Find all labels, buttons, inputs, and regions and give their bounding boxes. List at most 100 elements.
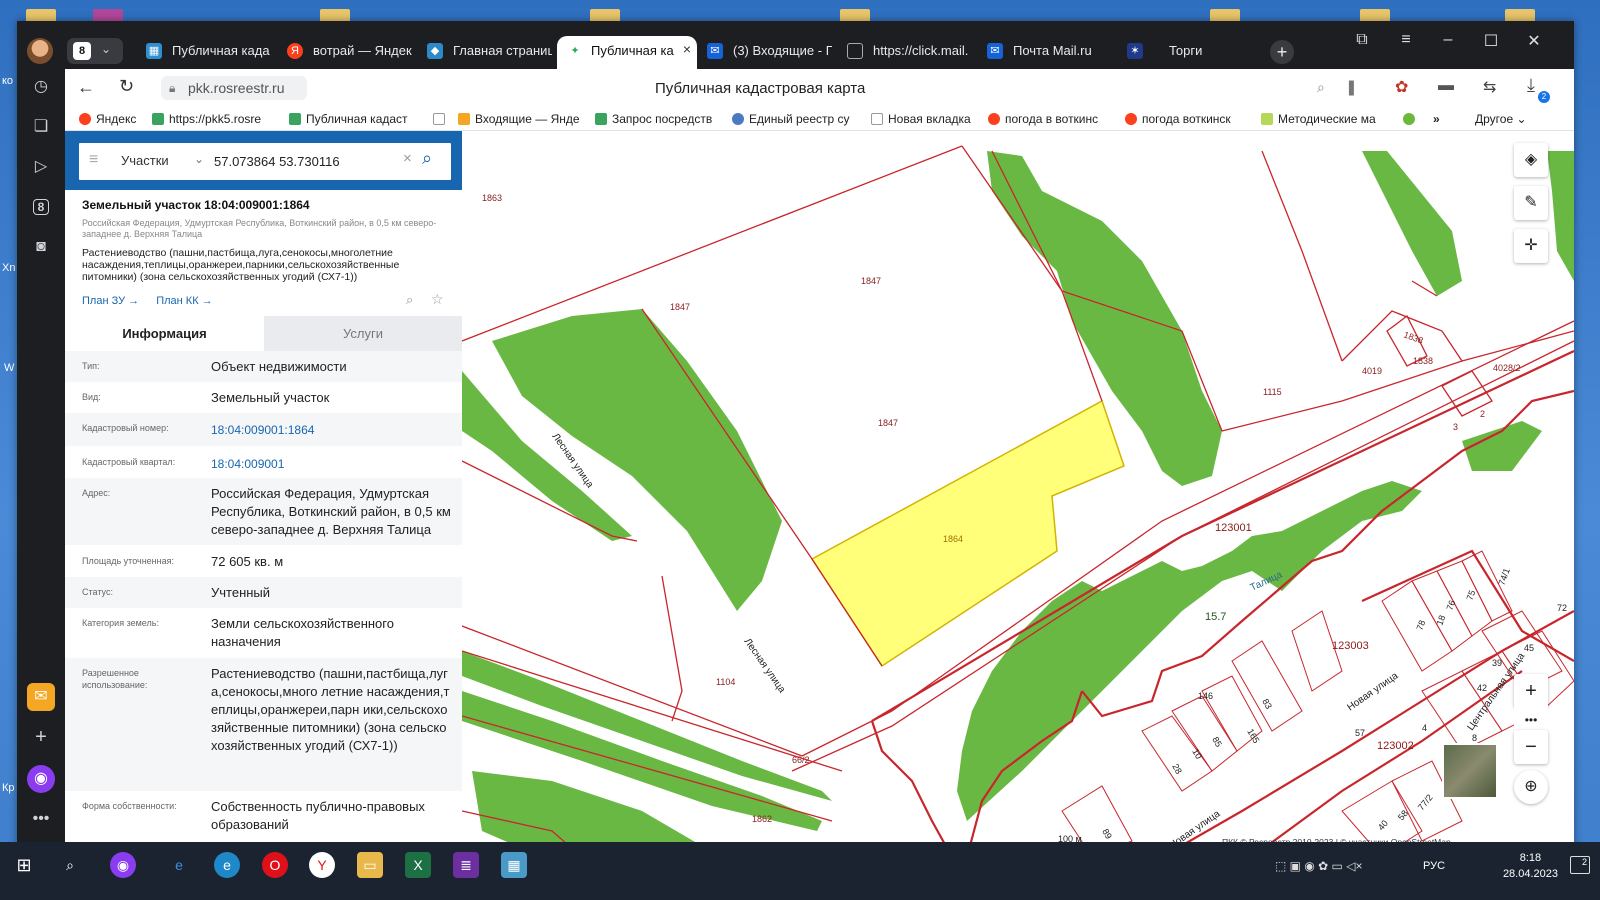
tab-count-button[interactable]: 8 ⌄ [67, 38, 123, 64]
layers-icon[interactable]: ◈ [1514, 143, 1548, 177]
search-icon[interactable]: ⌕ [57, 852, 83, 878]
menu-icon[interactable]: ≡ [89, 151, 98, 169]
quarter-label: 123001 [1215, 522, 1252, 534]
bookmark-item[interactable] [433, 112, 450, 126]
tab-inbox[interactable]: ✉ (3) Входящие - П [707, 36, 832, 69]
bookmark-item[interactable]: Единый реестр су [732, 112, 850, 126]
system-clock[interactable]: 8:18 28.04.2023 [1503, 850, 1558, 882]
url-field[interactable]: 🔒︎ pkk.rosreestr.ru [161, 76, 307, 100]
tab-label: (3) Входящие - П [733, 43, 832, 58]
cadastral-number-link[interactable]: 18:04:009001:1864 [211, 421, 451, 439]
locate-icon[interactable]: ✛ [1514, 229, 1548, 263]
plan-zu-link[interactable]: План ЗУ → [82, 295, 139, 307]
parcel-label: 77/2 [1416, 792, 1435, 812]
tab-mail-ru[interactable]: ✉ Почта Mail.ru [987, 36, 1112, 69]
chevron-down-icon[interactable]: ⌄ [194, 152, 204, 166]
bookmark-item[interactable]: Новая вкладка [871, 112, 971, 126]
ie-icon[interactable]: e [166, 852, 192, 878]
tab-information[interactable]: Информация [65, 316, 264, 351]
parcel-label: 146 [1198, 691, 1213, 701]
bookmark-item[interactable]: https://pkk5.rosre [152, 112, 261, 126]
basemap-thumbnail[interactable] [1442, 743, 1498, 799]
menu-icon[interactable]: ≡ [1391, 31, 1421, 49]
yandex-browser-icon[interactable]: Y [309, 852, 335, 878]
minimize-icon[interactable]: – [1433, 31, 1463, 49]
quarter-label: 123003 [1332, 640, 1369, 652]
edge-icon[interactable]: e [214, 852, 240, 878]
input-language[interactable]: РУС [1423, 860, 1445, 872]
bookmark-item[interactable]: погода в воткинс [988, 112, 1098, 126]
tab-main-page[interactable]: ◆ Главная страниц [427, 36, 552, 69]
close-window-icon[interactable]: ✕ [1519, 31, 1549, 51]
windows-start-icon[interactable]: ⊞ [11, 852, 37, 878]
bookmark-item[interactable]: Входящие — Янде [458, 112, 580, 126]
tab-services[interactable]: Услуги [264, 316, 462, 351]
ruler-icon[interactable]: ✎ [1514, 186, 1548, 220]
app-icon[interactable]: ▦ [501, 852, 527, 878]
history-icon[interactable]: ◷ [27, 73, 55, 101]
maximize-icon[interactable]: ☐ [1476, 31, 1506, 51]
reload-icon[interactable]: ↻ [119, 76, 134, 97]
parcel-label: 78 [1414, 619, 1427, 632]
close-tab-icon[interactable]: × [683, 41, 691, 57]
alice-icon[interactable]: ◉ [27, 765, 55, 793]
add-app-icon[interactable]: + [27, 723, 55, 751]
tab-torgi[interactable]: ✶ Торги [1127, 36, 1252, 69]
favorite-star-icon[interactable]: ☆ [431, 291, 444, 308]
parcel-links: План ЗУ → План КК → [82, 295, 213, 307]
bookmark-item[interactable] [1403, 112, 1420, 126]
play-icon[interactable]: ▷ [27, 153, 55, 181]
cadastral-quarter-link[interactable]: 18:04:009001 [211, 455, 451, 473]
bookmark-item[interactable]: погода воткинск [1125, 112, 1231, 126]
archive-icon[interactable]: ≣ [453, 852, 479, 878]
zoom-icon[interactable]: ⌕ [1317, 79, 1325, 96]
quarter-label: 15.7 [1205, 611, 1226, 623]
other-bookmarks[interactable]: Другое ⌄ [1475, 112, 1527, 126]
bookmark-item[interactable]: Запрос посредств [595, 112, 712, 126]
more-icon[interactable]: ••• [27, 805, 55, 833]
bookmark-item[interactable]: Методические ма [1261, 112, 1376, 126]
search-type-select[interactable]: Участки [121, 153, 169, 168]
excel-icon[interactable]: X [405, 852, 431, 878]
opera-icon[interactable]: O [262, 852, 288, 878]
bookmark-item[interactable]: Яндекс [79, 112, 136, 126]
extension-icon[interactable]: ▬ [1438, 77, 1454, 95]
download-icon[interactable]: ⤓ [1527, 75, 1535, 96]
notification-icon[interactable]: 2 [1570, 856, 1590, 874]
table-row: Кадастровый номер: 18:04:009001:1864 [65, 413, 462, 446]
tab-pkk-active[interactable]: ✦ Публичная ка × [557, 36, 697, 69]
bookmark-icon[interactable]: ❚ [1345, 78, 1358, 96]
back-icon[interactable]: ← [77, 77, 95, 98]
plan-kk-link[interactable]: План КК → [156, 295, 212, 307]
mail-app-icon[interactable]: ✉ [27, 683, 55, 711]
search-icon[interactable]: ⌕ [422, 148, 432, 169]
translate-icon[interactable]: ⇆ [1483, 77, 1496, 97]
file-explorer-icon[interactable]: ▭ [357, 852, 383, 878]
row-value: Растениеводство (пашни,пастбища,луга,сен… [211, 666, 450, 753]
zoom-out-icon[interactable]: − [1514, 730, 1548, 764]
tray-icons[interactable]: ⬚ ▣ ◉ ✿ ▭ ◁× [1275, 859, 1362, 873]
locate-icon[interactable]: ⌕ [406, 292, 413, 308]
camera-icon[interactable]: ◙ [27, 233, 55, 261]
new-tab-icon[interactable]: + [1270, 40, 1294, 64]
extension-icon[interactable]: ✿ [1395, 77, 1408, 97]
tab-count: 8 [73, 42, 91, 60]
pkk-favicon-icon: ✦ [567, 43, 583, 59]
tabs-rail-icon[interactable]: 8 [27, 193, 55, 221]
profile-avatar[interactable] [27, 38, 53, 64]
tab-yandex-search[interactable]: Я вотрай — Яндек [287, 36, 412, 69]
alice-icon[interactable]: ◉ [110, 852, 136, 878]
compass-icon[interactable]: ⊕ [1514, 770, 1548, 804]
cadastral-map[interactable]: 1863 1847 1847 1847 1864 1104 66/2 1862 … [462, 131, 1574, 857]
bookmark-item[interactable]: Публичная кадаст [289, 112, 408, 126]
collections-rail-icon[interactable]: ❏ [27, 113, 55, 141]
tab-pkk-1[interactable]: ▦ Публичная када [146, 36, 271, 69]
pkk-icon [289, 113, 301, 125]
tab-label: вотрай — Яндек [313, 43, 412, 58]
clear-icon[interactable]: × [403, 150, 412, 167]
collections-icon[interactable]: ⧉ [1347, 31, 1377, 49]
tab-click-mail[interactable]: https://click.mail. [847, 36, 972, 69]
search-input[interactable]: 57.073864 53.730116 [214, 154, 340, 169]
parcel-label: 4028/2 [1493, 363, 1521, 373]
more-bookmarks-icon[interactable]: » [1433, 112, 1440, 126]
